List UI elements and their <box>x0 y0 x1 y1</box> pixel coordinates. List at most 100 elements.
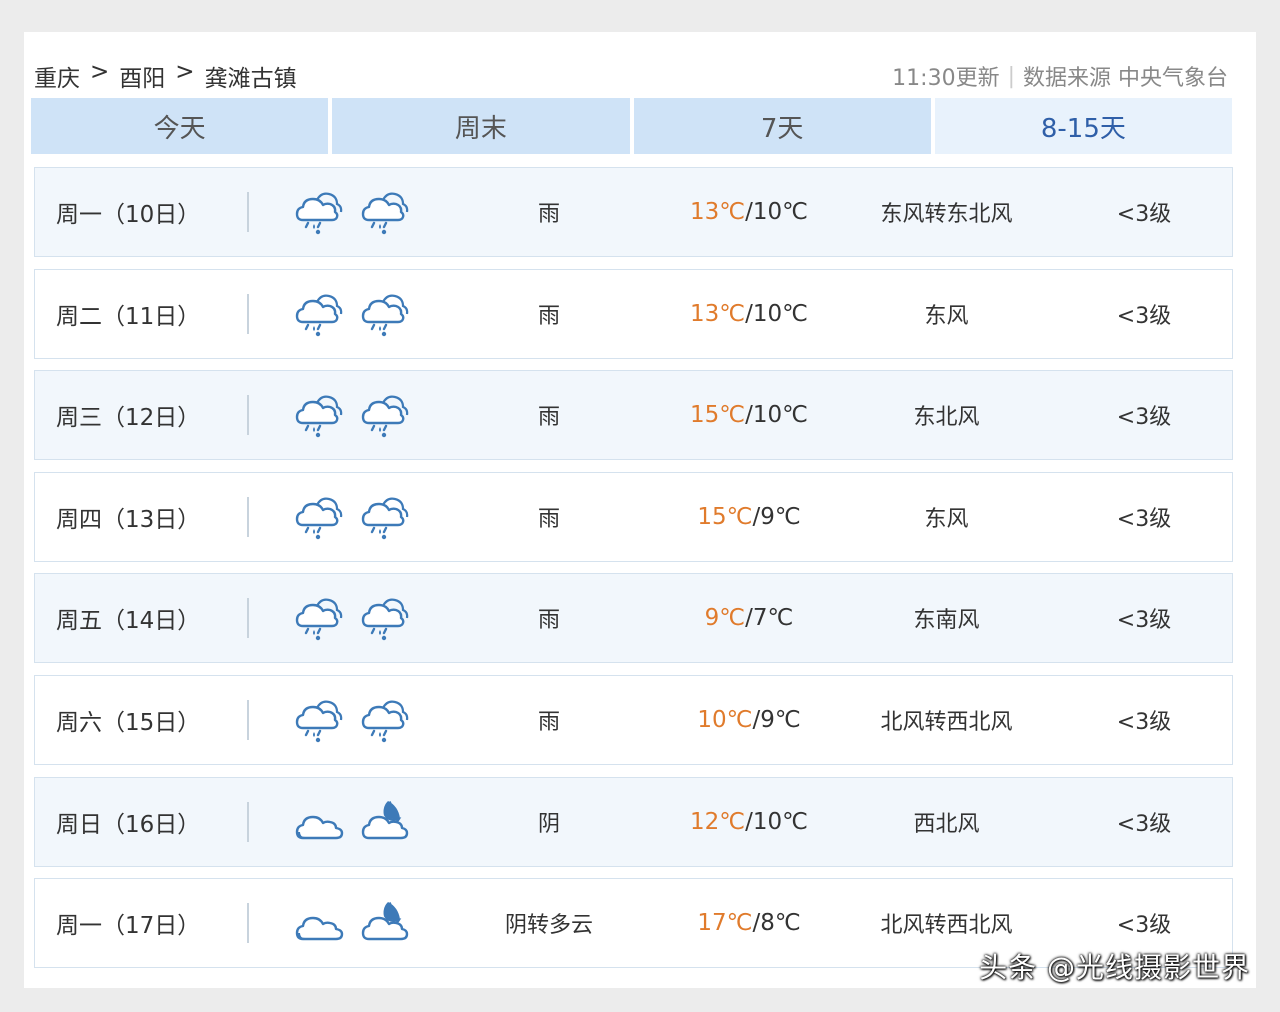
weather-icons <box>249 899 429 947</box>
weather-icons <box>249 493 429 541</box>
high-temp: 9℃ <box>704 605 746 631</box>
watermark: 头条 @光线摄影世界 <box>979 951 1250 984</box>
forecast-row: 周日（16日） 阴 12℃/10℃ 西北风 <3级 <box>34 777 1233 867</box>
cloud-rain-icon <box>361 188 411 236</box>
temp-separator: / <box>745 809 753 835</box>
wind-direction: 西北风 <box>913 812 980 837</box>
weather-condition: 雨 <box>537 710 560 735</box>
wind-level: <3级 <box>1116 202 1172 227</box>
forecast-row: 周一（10日） 雨 13℃/10℃ 东风转东北风 <3级 <box>34 167 1233 257</box>
breadcrumb-separator: > <box>90 59 110 85</box>
wind-direction: 东风 <box>924 507 969 532</box>
update-time: 11:30更新 <box>892 66 1000 91</box>
weather-icons <box>249 594 429 642</box>
cloud-rain-icon <box>361 493 411 541</box>
tab-8-15-days[interactable]: 8-15天 <box>934 98 1232 154</box>
wind-direction: 东南风 <box>913 608 980 633</box>
wind-direction: 东北风 <box>913 405 980 430</box>
low-temp: 10℃ <box>752 301 808 327</box>
temperature: 9℃/7℃ <box>669 605 829 631</box>
tab-today[interactable]: 今天 <box>31 98 329 154</box>
update-info: 11:30更新 | 数据来源 中央气象台 <box>892 60 1228 92</box>
temperature: 13℃/10℃ <box>669 301 829 327</box>
low-temp: 9℃ <box>760 707 801 733</box>
wind-level: <3级 <box>1116 608 1172 633</box>
wind-level: <3级 <box>1116 405 1172 430</box>
weather-icons <box>249 391 429 439</box>
overcast-icon <box>295 798 345 846</box>
wind-direction: 北风转西北风 <box>880 710 1013 735</box>
forecast-panel: 重庆 > 酉阳 > 龚滩古镇 11:30更新 | 数据来源 中央气象台 今天 周… <box>24 32 1256 988</box>
high-temp: 13℃ <box>690 301 746 327</box>
low-temp: 9℃ <box>760 504 801 530</box>
temperature: 15℃/10℃ <box>669 402 829 428</box>
day-label: 周六（15日） <box>56 710 201 736</box>
day-label: 周二（11日） <box>56 304 201 330</box>
low-temp: 8℃ <box>760 910 801 936</box>
wind-direction: 北风转西北风 <box>880 913 1013 938</box>
breadcrumb-item-province[interactable]: 重庆 <box>34 59 80 93</box>
tab-7-days[interactable]: 7天 <box>633 98 931 154</box>
cloud-moon-icon <box>361 798 411 846</box>
weather-icons <box>249 188 429 236</box>
temperature: 15℃/9℃ <box>669 504 829 530</box>
header-bar: 重庆 > 酉阳 > 龚滩古镇 11:30更新 | 数据来源 中央气象台 <box>34 58 1228 94</box>
meta-divider: | <box>1007 63 1015 89</box>
temp-separator: / <box>745 605 753 631</box>
weather-condition: 雨 <box>537 202 560 227</box>
cloud-moon-icon <box>361 899 411 947</box>
tab-weekend[interactable]: 周末 <box>332 98 630 154</box>
day-label: 周五（14日） <box>56 608 201 634</box>
temperature: 12℃/10℃ <box>669 809 829 835</box>
temperature: 17℃/8℃ <box>669 910 829 936</box>
weather-condition: 雨 <box>537 507 560 532</box>
cloud-rain-icon <box>361 594 411 642</box>
cloud-rain-icon <box>361 290 411 338</box>
low-temp: 7℃ <box>752 605 794 631</box>
high-temp: 15℃ <box>690 402 746 428</box>
cloud-rain-icon <box>295 290 345 338</box>
breadcrumb-item-town: 龚滩古镇 <box>204 66 297 92</box>
weather-condition: 雨 <box>537 304 560 329</box>
cloud-rain-icon <box>295 493 345 541</box>
high-temp: 17℃ <box>697 910 753 936</box>
forecast-tabs: 今天 周末 7天 8-15天 <box>31 98 1232 154</box>
forecast-row: 周五（14日） 雨 9℃/7℃ 东南风 <3级 <box>34 573 1233 663</box>
cloud-rain-icon <box>361 391 411 439</box>
weather-icons <box>249 798 429 846</box>
day-label: 周三（12日） <box>56 405 201 431</box>
cloud-rain-icon <box>295 696 345 744</box>
weather-condition: 阴 <box>537 812 560 837</box>
weather-icons <box>249 696 429 744</box>
breadcrumb-separator: > <box>175 59 195 85</box>
temp-separator: / <box>745 199 753 225</box>
data-source: 数据来源 中央气象台 <box>1023 66 1228 91</box>
breadcrumb-item-county[interactable]: 酉阳 <box>119 59 165 93</box>
weather-condition: 阴转多云 <box>504 913 593 938</box>
day-label: 周一（17日） <box>56 913 201 939</box>
forecast-row: 周三（12日） 雨 15℃/10℃ 东北风 <3级 <box>34 370 1233 460</box>
temp-separator: / <box>745 402 753 428</box>
high-temp: 13℃ <box>690 199 746 225</box>
wind-level: <3级 <box>1116 710 1172 735</box>
wind-level: <3级 <box>1116 812 1172 837</box>
cloud-rain-icon <box>295 188 345 236</box>
temp-separator: / <box>745 301 753 327</box>
weather-icons <box>249 290 429 338</box>
day-label: 周四（13日） <box>56 507 201 533</box>
cloud-rain-icon <box>295 594 345 642</box>
low-temp: 10℃ <box>752 809 808 835</box>
wind-direction: 东风 <box>924 304 969 329</box>
day-label: 周日（16日） <box>56 812 201 838</box>
wind-level: <3级 <box>1116 507 1172 532</box>
cloud-rain-icon <box>361 696 411 744</box>
low-temp: 10℃ <box>752 199 808 225</box>
weather-condition: 雨 <box>537 608 560 633</box>
forecast-row: 周二（11日） 雨 13℃/10℃ 东风 <3级 <box>34 269 1233 359</box>
cloud-rain-icon <box>295 391 345 439</box>
high-temp: 12℃ <box>690 809 746 835</box>
temperature: 10℃/9℃ <box>669 707 829 733</box>
forecast-row: 周四（13日） 雨 15℃/9℃ 东风 <3级 <box>34 472 1233 562</box>
wind-level: <3级 <box>1116 304 1172 329</box>
low-temp: 10℃ <box>752 402 808 428</box>
